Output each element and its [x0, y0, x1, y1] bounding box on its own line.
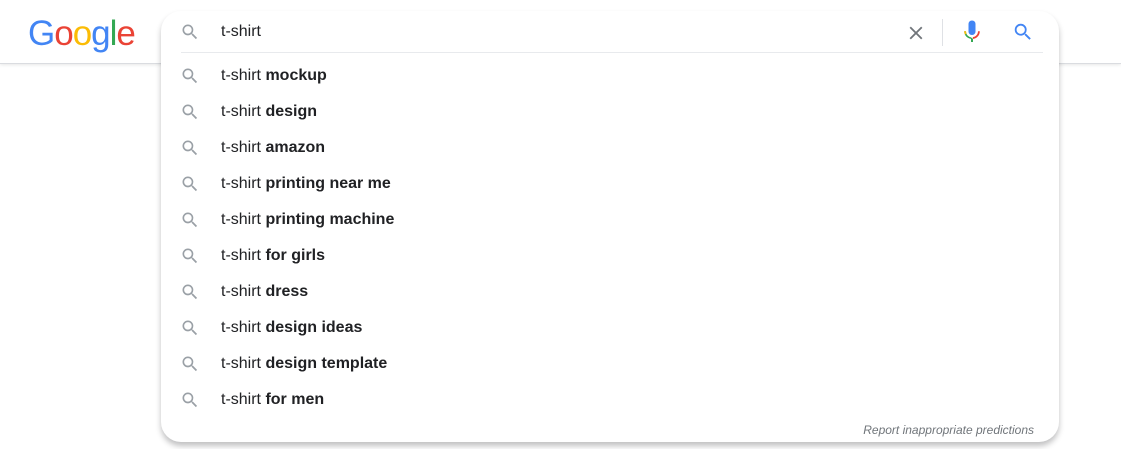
suggestion-prefix: t-shirt — [221, 103, 261, 120]
search-icon — [180, 66, 200, 91]
suggestion-prefix: t-shirt — [221, 247, 261, 264]
logo-letter-e: e — [116, 14, 135, 53]
suggestions-list: t-shirt mockup t-shirt design t-shirt amaz… — [161, 58, 1059, 418]
suggestion-text: t-shirt amazon — [221, 138, 325, 158]
search-icon — [180, 282, 200, 307]
dropdown-separator — [181, 52, 1043, 53]
suggestion-item[interactable]: t-shirt printing near me — [161, 166, 1059, 202]
suggestion-prefix: t-shirt — [221, 319, 261, 336]
suggestion-text: t-shirt design template — [221, 354, 387, 374]
suggestion-text: t-shirt for men — [221, 390, 324, 410]
suggestion-completion: dress — [265, 283, 309, 300]
suggestion-prefix: t-shirt — [221, 67, 261, 84]
suggestion-prefix: t-shirt — [221, 355, 261, 372]
suggestion-prefix: t-shirt — [221, 175, 261, 192]
search-icon — [180, 246, 200, 271]
suggestion-completion: for girls — [265, 247, 326, 264]
suggestion-completion: printing near me — [265, 175, 391, 192]
suggestion-item[interactable]: t-shirt dress — [161, 274, 1059, 310]
mic-icon — [962, 20, 982, 48]
search-input[interactable]: t-shirt — [221, 21, 261, 43]
suggestion-item[interactable]: t-shirt for girls — [161, 238, 1059, 274]
suggestion-prefix: t-shirt — [221, 391, 261, 408]
suggestion-completion: amazon — [265, 139, 326, 156]
logo-letter-o2: o — [72, 14, 92, 53]
clear-search-button[interactable] — [905, 22, 927, 49]
suggestion-text: t-shirt dress — [221, 282, 308, 302]
logo-letter-l: l — [109, 14, 118, 53]
search-icon — [180, 390, 200, 415]
search-icon — [180, 22, 200, 47]
suggestion-item[interactable]: t-shirt mockup — [161, 58, 1059, 94]
voice-search-button[interactable] — [962, 20, 982, 49]
suggestion-text: t-shirt design — [221, 102, 317, 122]
search-icon — [180, 210, 200, 235]
suggestion-text: t-shirt mockup — [221, 66, 327, 86]
logo-letter-o1: o — [54, 14, 73, 53]
suggestion-completion: design ideas — [265, 319, 363, 336]
search-box: t-shirt t-shirt mockup t-shirt design t-… — [161, 11, 1059, 442]
logo-letter-g: G — [28, 14, 55, 53]
suggestion-completion: mockup — [265, 67, 327, 84]
suggestion-prefix: t-shirt — [221, 211, 261, 228]
close-icon — [905, 26, 927, 48]
search-icon — [180, 174, 200, 199]
logo-letter-g2: g — [91, 14, 110, 53]
search-submit-button[interactable] — [1012, 21, 1034, 48]
search-icon — [180, 354, 200, 379]
google-logo[interactable]: Google — [28, 14, 136, 54]
suggestion-completion: printing machine — [265, 211, 395, 228]
suggestion-text: t-shirt design ideas — [221, 318, 362, 338]
search-input-row[interactable]: t-shirt — [161, 11, 1059, 53]
suggestion-text: t-shirt printing machine — [221, 210, 394, 230]
suggestion-item[interactable]: t-shirt amazon — [161, 130, 1059, 166]
suggestion-prefix: t-shirt — [221, 283, 261, 300]
suggestion-prefix: t-shirt — [221, 139, 261, 156]
suggestion-text: t-shirt printing near me — [221, 174, 391, 194]
suggestion-completion: for men — [265, 391, 325, 408]
suggestion-completion: design — [265, 103, 318, 120]
divider — [942, 19, 943, 46]
suggestion-item[interactable]: t-shirt design template — [161, 346, 1059, 382]
suggestion-item[interactable]: t-shirt design ideas — [161, 310, 1059, 346]
suggestion-completion: design template — [265, 355, 388, 372]
suggestion-text: t-shirt for girls — [221, 246, 325, 266]
suggestion-item[interactable]: t-shirt design — [161, 94, 1059, 130]
report-predictions-link[interactable]: Report inappropriate predictions — [863, 423, 1034, 437]
search-icon — [1012, 23, 1034, 47]
suggestion-item[interactable]: t-shirt for men — [161, 382, 1059, 418]
search-icon — [180, 318, 200, 343]
search-icon — [180, 138, 200, 163]
search-icon — [180, 102, 200, 127]
suggestion-item[interactable]: t-shirt printing machine — [161, 202, 1059, 238]
